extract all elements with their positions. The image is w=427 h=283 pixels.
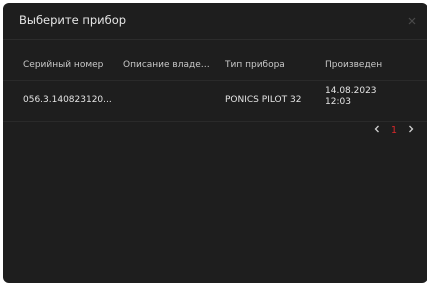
dialog-title: Выберите прибор [19,13,127,27]
column-header-device-type[interactable]: Тип прибора [225,60,315,70]
device-type-cell: PONICS PILOT 32 [225,95,302,105]
current-page[interactable]: 1 [390,125,398,136]
pagination: 1 [372,123,416,137]
serial-number-cell: 056.3.140823120... [23,95,112,105]
column-header-serial[interactable]: Серийный номер [23,60,115,70]
chevron-left-icon [374,125,379,132]
next-page-button[interactable] [406,124,416,137]
column-header-description[interactable]: Описание владель... [123,60,213,70]
devices-table: Серийный номер Описание владель... Тип п… [3,55,427,122]
close-icon [408,17,416,25]
produced-cell: 14.08.2023 12:03 [325,86,415,108]
table-header: Серийный номер Описание владель... Тип п… [3,55,427,81]
device-select-dialog: Выберите прибор Серийный номер Описание … [3,3,427,283]
produced-time: 12:03 [325,97,351,107]
prev-page-button[interactable] [372,124,382,137]
dialog-header: Выберите прибор [3,3,427,40]
close-button[interactable] [405,13,419,27]
chevron-right-icon [409,125,414,132]
table-row[interactable]: 056.3.140823120... PONICS PILOT 32 14.08… [3,81,427,122]
column-header-produced[interactable]: Произведен [325,60,415,70]
produced-date: 14.08.2023 [325,86,377,96]
